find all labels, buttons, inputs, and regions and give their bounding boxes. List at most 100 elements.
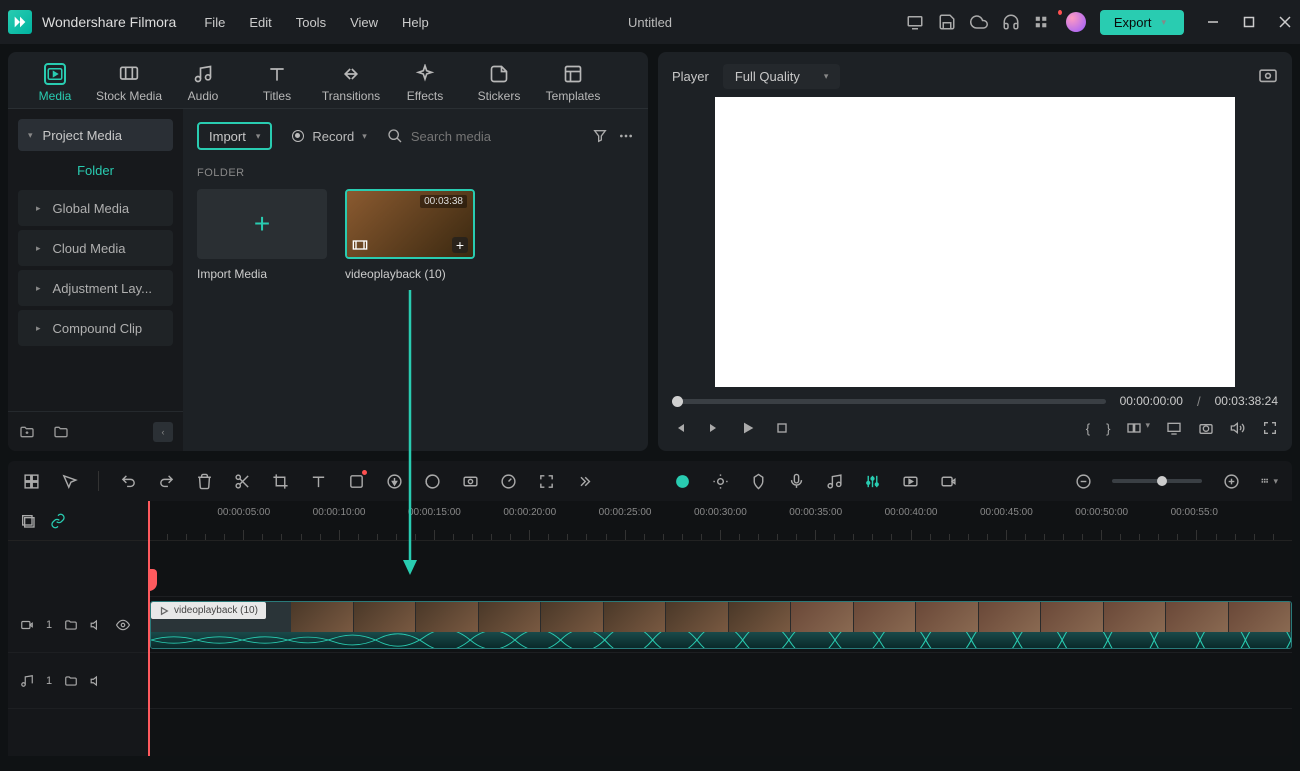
tab-titles[interactable]: Titles	[240, 58, 314, 108]
tab-templates[interactable]: Templates	[536, 58, 610, 108]
folder-small-icon[interactable]	[64, 674, 78, 688]
crop-icon[interactable]	[271, 472, 289, 490]
folder-small-icon[interactable]	[64, 618, 78, 632]
menu-view[interactable]: View	[350, 15, 378, 30]
list-view-icon[interactable]: ▾	[1260, 472, 1278, 490]
expand-icon[interactable]	[537, 472, 555, 490]
zoom-slider[interactable]	[1112, 479, 1202, 483]
zoom-out-icon[interactable]	[1074, 472, 1092, 490]
import-media-card[interactable]: + Import Media	[197, 189, 327, 281]
project-media-toggle[interactable]: ▾Project Media	[18, 119, 173, 151]
tab-media[interactable]: Media	[18, 58, 92, 108]
text-icon[interactable]	[309, 472, 327, 490]
tab-effects[interactable]: Effects	[388, 58, 462, 108]
marker-icon[interactable]	[749, 472, 767, 490]
timeline-ruler[interactable]: 00:00 00:00:05:00 00:00:10:00 00:00:15:0…	[148, 501, 1292, 541]
sidebar-item-global[interactable]: ▸Global Media	[18, 190, 173, 226]
link-icon[interactable]	[50, 513, 66, 529]
apps-icon[interactable]	[1034, 13, 1052, 31]
menu-help[interactable]: Help	[402, 15, 429, 30]
zoom-in-icon[interactable]	[1222, 472, 1240, 490]
quality-dropdown[interactable]: Full Quality▾	[723, 64, 841, 89]
import-button[interactable]: Import▾	[197, 122, 272, 150]
maximize-button[interactable]	[1242, 15, 1256, 29]
compare-button[interactable]: ▾	[1126, 420, 1150, 436]
search-input[interactable]	[411, 129, 531, 144]
playhead[interactable]	[148, 501, 150, 756]
play-button[interactable]	[740, 420, 756, 436]
tab-transitions[interactable]: Transitions	[314, 58, 388, 108]
folder-tab[interactable]: Folder	[18, 151, 173, 188]
cloud-icon[interactable]	[970, 13, 988, 31]
media-clip-card[interactable]: 00:03:38 + videoplayback (10)	[345, 189, 475, 281]
display-button[interactable]	[1166, 420, 1182, 436]
new-folder-icon[interactable]	[18, 423, 36, 441]
undo-icon[interactable]	[119, 472, 137, 490]
fullscreen-button[interactable]	[1262, 420, 1278, 436]
minimize-button[interactable]	[1206, 15, 1220, 29]
screen-icon[interactable]	[906, 13, 924, 31]
empty-track[interactable]	[148, 541, 1292, 597]
camera-icon[interactable]	[1198, 420, 1214, 436]
menu-file[interactable]: File	[204, 15, 225, 30]
preview-canvas[interactable]	[672, 97, 1278, 387]
mute-icon[interactable]	[90, 674, 104, 688]
eye-icon[interactable]	[116, 618, 130, 632]
video-clip[interactable]: videoplayback (10)	[150, 601, 1292, 649]
smart-tool-icon[interactable]	[673, 472, 691, 490]
save-icon[interactable]	[938, 13, 956, 31]
progress-thumb[interactable]	[672, 396, 683, 407]
cut-icon[interactable]	[233, 472, 251, 490]
menu-edit[interactable]: Edit	[249, 15, 271, 30]
menu-tools[interactable]: Tools	[296, 15, 326, 30]
tab-stickers[interactable]: Stickers	[462, 58, 536, 108]
prev-frame-button[interactable]	[672, 420, 688, 436]
collapse-sidebar-button[interactable]: ‹	[153, 422, 173, 442]
user-avatar[interactable]	[1066, 12, 1086, 32]
folder-icon[interactable]	[52, 423, 70, 441]
stop-button[interactable]	[774, 420, 790, 436]
keyframe-icon[interactable]	[347, 472, 365, 490]
speed-down-icon[interactable]	[385, 472, 403, 490]
next-frame-button[interactable]	[706, 420, 722, 436]
delete-icon[interactable]	[195, 472, 213, 490]
export-button[interactable]: Export▾	[1100, 10, 1184, 35]
progress-bar[interactable]	[672, 399, 1106, 404]
brightness-icon[interactable]	[711, 472, 729, 490]
zoom-thumb[interactable]	[1157, 476, 1167, 486]
more-tools-icon[interactable]	[575, 472, 593, 490]
record-button[interactable]: Record▾	[282, 122, 376, 150]
timeline-tracks[interactable]: 00:00 00:00:05:00 00:00:10:00 00:00:15:0…	[148, 501, 1292, 756]
sidebar-item-adjustment[interactable]: ▸Adjustment Lay...	[18, 270, 173, 306]
redo-icon[interactable]	[157, 472, 175, 490]
volume-button[interactable]	[1230, 420, 1246, 436]
mark-in-button[interactable]: {	[1086, 421, 1090, 436]
speedometer-icon[interactable]	[499, 472, 517, 490]
color-icon[interactable]	[423, 472, 441, 490]
mark-out-button[interactable]: }	[1106, 421, 1110, 436]
grid-icon[interactable]	[22, 472, 40, 490]
mute-icon[interactable]	[90, 618, 104, 632]
close-button[interactable]	[1278, 15, 1292, 29]
snapshot-icon[interactable]	[1258, 67, 1278, 86]
audio-track[interactable]	[148, 653, 1292, 709]
more-icon[interactable]	[618, 128, 634, 144]
mic-icon[interactable]	[787, 472, 805, 490]
mask-icon[interactable]	[461, 472, 479, 490]
mixer-icon[interactable]	[863, 472, 881, 490]
tab-stock-media[interactable]: Stock Media	[92, 58, 166, 108]
sidebar-item-cloud[interactable]: ▸Cloud Media	[18, 230, 173, 266]
timeline-track-heads: 1 1	[8, 501, 148, 756]
filter-icon[interactable]	[592, 128, 608, 144]
render-icon[interactable]	[901, 472, 919, 490]
music-icon[interactable]	[825, 472, 843, 490]
tab-label: Templates	[546, 89, 601, 103]
add-to-timeline-button[interactable]: +	[452, 237, 468, 253]
record-tab-icon[interactable]	[939, 472, 957, 490]
tab-audio[interactable]: Audio	[166, 58, 240, 108]
headphones-icon[interactable]	[1002, 13, 1020, 31]
video-track[interactable]: videoplayback (10)	[148, 597, 1292, 653]
track-layers-icon[interactable]	[20, 513, 36, 529]
sidebar-item-compound[interactable]: ▸Compound Clip	[18, 310, 173, 346]
cursor-icon[interactable]	[60, 472, 78, 490]
